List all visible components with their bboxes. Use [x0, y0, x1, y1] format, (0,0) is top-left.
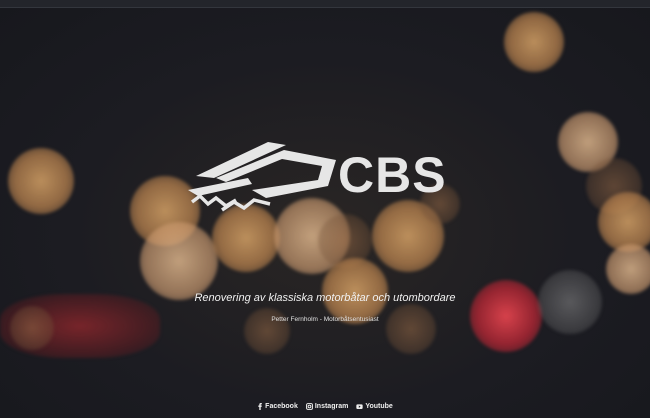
instagram-label: Instagram [314, 403, 349, 410]
facebook-icon [258, 403, 262, 410]
facebook-link[interactable]: Facebook [257, 403, 298, 410]
youtube-label: Youtube [365, 403, 393, 410]
youtube-link[interactable]: Youtube [356, 403, 393, 410]
top-bar [0, 0, 650, 8]
social-links: Facebook Instagram Youtube [0, 403, 650, 410]
youtube-icon [356, 404, 363, 409]
instagram-icon [305, 403, 313, 410]
brand-name: CBS [338, 147, 447, 203]
facebook-label: Facebook [265, 403, 298, 410]
instagram-link[interactable]: Instagram [305, 403, 349, 410]
hero-tagline: Renovering av klassiska motorbåtar och u… [194, 292, 456, 304]
hero-byline: Petter Fernholm - Motorbåtsentusiast [271, 316, 379, 323]
